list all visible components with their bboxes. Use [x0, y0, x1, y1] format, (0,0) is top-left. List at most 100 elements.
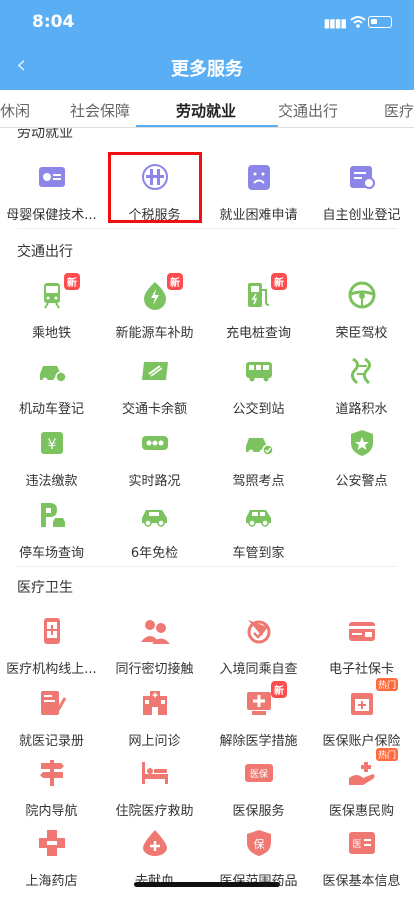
home-indicator[interactable] [134, 882, 280, 887]
service-label: 车管到家 [232, 546, 285, 561]
service-road-water[interactable]: 道路积水 [310, 356, 413, 417]
service-label: 公交到站 [232, 402, 285, 417]
parking-icon [40, 503, 65, 527]
tab-labor-employment[interactable]: 劳动就业 [176, 100, 236, 121]
employment-difficulty-icon [247, 165, 270, 190]
service-label: 新能源车补助 [115, 326, 194, 341]
bus-icon [245, 362, 272, 382]
traffic-card-icon [141, 362, 168, 380]
service-ev-subsidy[interactable]: 新 新能源车补助 [103, 273, 206, 341]
new-badge: 新 [271, 273, 287, 290]
contacts-icon [140, 620, 170, 644]
service-police-point[interactable]: 公安警点 [310, 428, 413, 489]
car-home-icon [245, 510, 271, 527]
service-insurance-account[interactable]: 热门 医保账户保险 [310, 678, 413, 749]
service-label: 违法缴款 [25, 474, 78, 489]
service-label: 就医记录册 [18, 734, 84, 749]
service-personal-tax[interactable]: 个税服务 [103, 162, 206, 223]
service-traffic-card[interactable]: 交通卡余额 [103, 356, 206, 417]
service-label: 解除医学措施 [219, 734, 298, 749]
car-inspect-icon [141, 510, 167, 527]
startup-register-icon [349, 166, 375, 189]
shield-bao-icon: 保 [246, 830, 271, 856]
tax-emblem-icon [141, 164, 168, 190]
service-charging-pile[interactable]: 新 充电桩查询 [207, 273, 310, 341]
service-list[interactable]: 劳动就业 母婴保健技术... 个税服务 就业困难申请 自主创业登记 交通出行 新… [0, 128, 414, 897]
service-entry-check[interactable]: 入境同乘自查 [207, 616, 310, 677]
steering-wheel-icon [348, 281, 375, 309]
section-title-medical: 医疗卫生 [17, 580, 73, 596]
section-divider [17, 566, 397, 567]
section-title-traffic: 交通出行 [17, 244, 73, 260]
subway-icon [43, 283, 60, 309]
service-live-traffic[interactable]: 实时路况 [103, 428, 206, 489]
service-employment-difficulty[interactable]: 就业困难申请 [207, 162, 310, 223]
medical-record-icon [40, 691, 66, 715]
service-insurance-info[interactable]: 医 医保基本信息 [310, 828, 413, 889]
service-insured-drugs[interactable]: 保 医保范围药品 [207, 828, 310, 889]
page-title: 更多服务 [171, 59, 243, 80]
service-release-measures[interactable]: 新 解除医学措施 [207, 681, 310, 749]
status-bar: 8:04 ▮▮▮▮ [0, 0, 414, 44]
social-card-icon [348, 622, 375, 641]
service-e-social-card[interactable]: 电子社保卡 [310, 616, 413, 677]
service-parking[interactable]: 停车场查询 [0, 500, 103, 561]
signpost-icon [39, 760, 64, 786]
pharmacy-icon [38, 830, 65, 856]
service-label: 6年免检 [130, 546, 179, 561]
tab-traffic[interactable]: 交通出行 [278, 100, 338, 121]
service-label: 交通卡余额 [121, 402, 187, 417]
service-label: 实时路况 [128, 474, 181, 489]
service-car-admin-home[interactable]: 车管到家 [207, 500, 310, 561]
service-medical-insurance[interactable]: 医保 医保服务 [207, 758, 310, 819]
service-shanghai-pharmacy[interactable]: 上海药店 [0, 828, 103, 889]
service-online-consult[interactable]: 网上问诊 [103, 688, 206, 749]
section-divider [17, 228, 397, 229]
service-label: 停车场查询 [18, 546, 84, 561]
tab-social-security[interactable]: 社会保障 [70, 100, 130, 121]
nav-bar: ‹ 更多服务 [0, 44, 414, 90]
service-close-contact[interactable]: 同行密切接触 [103, 616, 206, 677]
service-medical-record[interactable]: 就医记录册 [0, 688, 103, 749]
service-label: 个税服务 [128, 208, 181, 223]
service-fine-payment[interactable]: ¥ 违法缴款 [0, 428, 103, 489]
service-medical-online[interactable]: 医疗机构线上... [0, 616, 103, 677]
service-bus-arrival[interactable]: 公交到站 [207, 356, 310, 417]
service-inpatient-aid[interactable]: 住院医疗救助 [103, 758, 206, 819]
car-register-icon [39, 366, 67, 383]
release-measure-icon [246, 692, 271, 715]
service-startup-register[interactable]: 自主创业登记 [310, 162, 413, 223]
road-water-icon [350, 357, 371, 385]
exam-car-icon [245, 438, 274, 456]
service-label: 自主创业登记 [322, 208, 401, 223]
status-time: 8:04 [32, 12, 75, 32]
service-driving-school[interactable]: 荣臣驾校 [310, 280, 413, 341]
hot-badge: 热门 [376, 748, 399, 761]
service-blood-donation[interactable]: 去献血 [103, 828, 206, 889]
service-label: 上海药店 [25, 874, 78, 889]
signal-icon: ▮▮▮▮ [323, 16, 347, 30]
service-label: 医保服务 [232, 804, 285, 819]
service-label: 网上问诊 [128, 734, 181, 749]
hot-badge: 热门 [376, 678, 399, 691]
service-vehicle-register[interactable]: 机动车登记 [0, 356, 103, 417]
maternal-card-icon [38, 167, 65, 187]
tab-medical[interactable]: 医疗 [384, 100, 414, 121]
service-subway[interactable]: 新 乘地铁 [0, 273, 103, 341]
service-license-exam[interactable]: 驾照考点 [207, 428, 310, 489]
medical-insurance-icon: 医保 [244, 764, 273, 782]
service-six-year-exempt[interactable]: 6年免检 [103, 500, 206, 561]
battery-icon [368, 16, 392, 28]
service-label: 道路积水 [335, 402, 388, 417]
service-label: 医保惠民购 [328, 804, 394, 819]
service-label: 公安警点 [335, 474, 388, 489]
service-maternal-tech[interactable]: 母婴保健技术... [0, 162, 103, 223]
wifi-icon [350, 16, 366, 28]
phone-medical-icon [43, 618, 60, 644]
tab-leisure[interactable]: 休闲 [0, 100, 30, 121]
service-hospital-navigation[interactable]: 院内导航 [0, 758, 103, 819]
service-label: 荣臣驾校 [335, 326, 388, 341]
service-label: 住院医疗救助 [115, 804, 194, 819]
service-insurance-purchase[interactable]: 热门 医保惠民购 [310, 748, 413, 819]
blood-drop-icon [142, 830, 167, 856]
